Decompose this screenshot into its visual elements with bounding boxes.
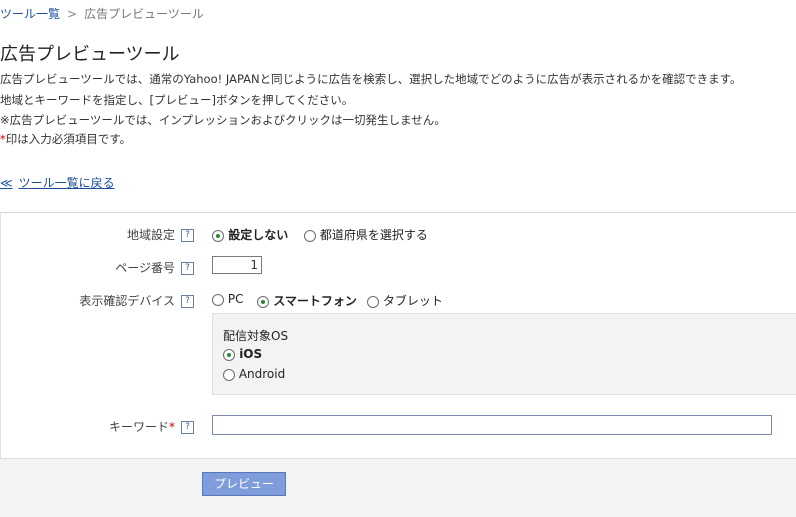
breadcrumb-tools-link[interactable]: ツール一覧	[0, 7, 60, 21]
region-label-row: 地域設定?	[100, 226, 194, 243]
device-label: 表示確認デバイス	[79, 294, 175, 308]
device-option-smartphone[interactable]: スマートフォン	[257, 292, 357, 309]
keyword-required-mark: *	[169, 420, 175, 434]
os-option-android-label: Android	[238, 367, 286, 381]
os-option-ios-label: iOS	[239, 347, 263, 361]
radio-unselected-icon[interactable]	[304, 229, 316, 242]
page-number-label: ページ番号	[115, 261, 175, 275]
description-line-4: *印は入力必須項目です。	[0, 129, 131, 149]
breadcrumb-separator: >	[67, 7, 78, 21]
page-number-input[interactable]: 1	[212, 256, 262, 274]
radio-selected-icon[interactable]	[223, 348, 235, 361]
page-number-help-icon[interactable]: ?	[181, 262, 194, 275]
keyword-input[interactable]	[212, 415, 772, 435]
back-link-label: ツール一覧に戻る	[18, 176, 115, 190]
radio-selected-icon[interactable]	[257, 295, 269, 308]
device-option-pc-label: PC	[227, 292, 244, 306]
device-help-icon[interactable]: ?	[181, 295, 194, 308]
os-selection-panel	[212, 313, 796, 395]
device-label-row: 表示確認デバイス?	[60, 292, 194, 309]
description-line-3: ※広告プレビューツールでは、インプレッションおよびクリックは一切発生しません。	[0, 113, 446, 127]
device-option-pc[interactable]: PC	[212, 292, 243, 306]
keyword-help-icon[interactable]: ?	[181, 421, 194, 434]
description-line-1: 広告プレビューツールでは、通常のYahoo! JAPANと同じように広告を検索し…	[0, 72, 742, 86]
os-label: 配信対象OS	[223, 329, 289, 343]
description-line-2: 地域とキーワードを指定し、[プレビュー]ボタンを押してください。	[0, 93, 354, 107]
region-option-none[interactable]: 設定しない	[212, 226, 288, 243]
region-option-prefecture-label: 都道府県を選択する	[319, 228, 428, 242]
region-option-none-label: 設定しない	[228, 228, 289, 242]
breadcrumb: ツール一覧 > 広告プレビューツール	[0, 5, 204, 22]
region-option-prefecture[interactable]: 都道府県を選択する	[304, 226, 428, 243]
back-to-tools-link[interactable]: ≪ ツール一覧に戻る	[0, 174, 115, 191]
keyword-label-row: キーワード*?	[80, 418, 194, 435]
radio-selected-icon[interactable]	[212, 229, 224, 242]
os-option-ios[interactable]: iOS	[223, 347, 262, 361]
required-note: 印は入力必須項目です。	[5, 132, 132, 146]
region-help-icon[interactable]: ?	[181, 229, 194, 242]
region-label: 地域設定	[126, 228, 175, 242]
form-footer	[0, 458, 796, 517]
page-title: 広告プレビューツール	[0, 44, 180, 65]
radio-unselected-icon[interactable]	[367, 295, 379, 308]
device-option-smartphone-label: スマートフォン	[273, 294, 357, 308]
os-option-android[interactable]: Android	[223, 367, 285, 381]
device-option-tablet[interactable]: タブレット	[367, 292, 443, 309]
page-number-label-row: ページ番号?	[100, 259, 194, 276]
radio-unselected-icon[interactable]	[223, 368, 235, 381]
device-option-tablet-label: タブレット	[382, 294, 443, 308]
double-chevron-left-icon: ≪	[0, 176, 13, 190]
keyword-label: キーワード	[108, 420, 169, 434]
preview-button[interactable]: プレビュー	[202, 472, 286, 496]
radio-unselected-icon[interactable]	[212, 293, 224, 306]
breadcrumb-current: 広告プレビューツール	[84, 7, 204, 21]
